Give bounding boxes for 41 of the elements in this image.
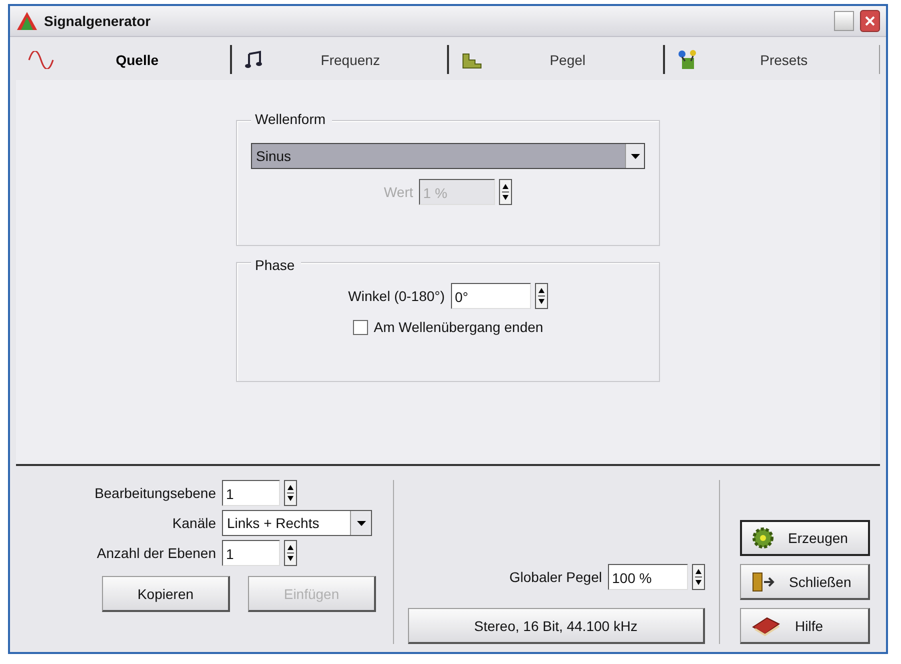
field-label: Kanäle xyxy=(171,515,216,531)
tab[interactable]: Presets xyxy=(664,44,880,74)
format-button[interactable]: Stereo, 16 Bit, 44.100 kHz xyxy=(408,608,705,644)
field-label: Anzahl der Ebenen xyxy=(96,545,216,561)
spin-buttons[interactable] xyxy=(284,540,297,566)
checkbox[interactable] xyxy=(352,320,368,335)
close-icon xyxy=(865,16,875,26)
field-label: Winkel (0-180°) xyxy=(348,288,445,304)
minimize-button[interactable] xyxy=(834,10,854,31)
button[interactable]: Kopieren xyxy=(102,576,230,612)
tab[interactable]: Quelle xyxy=(16,44,232,74)
book-icon xyxy=(751,614,781,636)
tab[interactable]: Pegel xyxy=(448,44,665,74)
waveform-dropdown[interactable]: Sinus xyxy=(251,143,645,170)
input-field[interactable]: 100 % xyxy=(608,564,688,590)
input-field[interactable]: 0° xyxy=(450,283,531,310)
spin-buttons[interactable] xyxy=(534,283,548,310)
presets-icon xyxy=(676,48,699,71)
button[interactable]: Erzeugen xyxy=(740,520,870,556)
input-field[interactable]: 1 xyxy=(222,540,280,566)
app-icon xyxy=(16,10,38,31)
button[interactable]: Schließen xyxy=(740,564,870,600)
field-label: Globaler Pegel xyxy=(509,569,602,585)
field-label: Wert xyxy=(384,184,414,200)
spin-buttons[interactable] xyxy=(692,564,705,590)
window-title: Signalgenerator xyxy=(44,12,151,29)
button[interactable]: Hilfe xyxy=(740,608,870,644)
tab[interactable]: Frequenz xyxy=(232,44,448,74)
gear-icon xyxy=(752,527,774,549)
spin-buttons[interactable] xyxy=(284,480,297,506)
input-field[interactable]: 1 xyxy=(222,480,280,506)
channel-dropdown[interactable]: Links + Rechts xyxy=(222,510,372,536)
sine-wave-icon xyxy=(28,50,54,69)
spin-buttons[interactable] xyxy=(499,179,512,206)
checkbox-label: Am Wellenübergang enden xyxy=(374,319,544,336)
field-label: Bearbeitungsebene xyxy=(94,485,216,501)
close-button[interactable] xyxy=(860,10,880,32)
group-title: Wellenform xyxy=(251,111,332,128)
group-title: Phase xyxy=(251,257,301,274)
door-exit-icon xyxy=(751,570,775,592)
music-notes-icon xyxy=(244,50,264,70)
